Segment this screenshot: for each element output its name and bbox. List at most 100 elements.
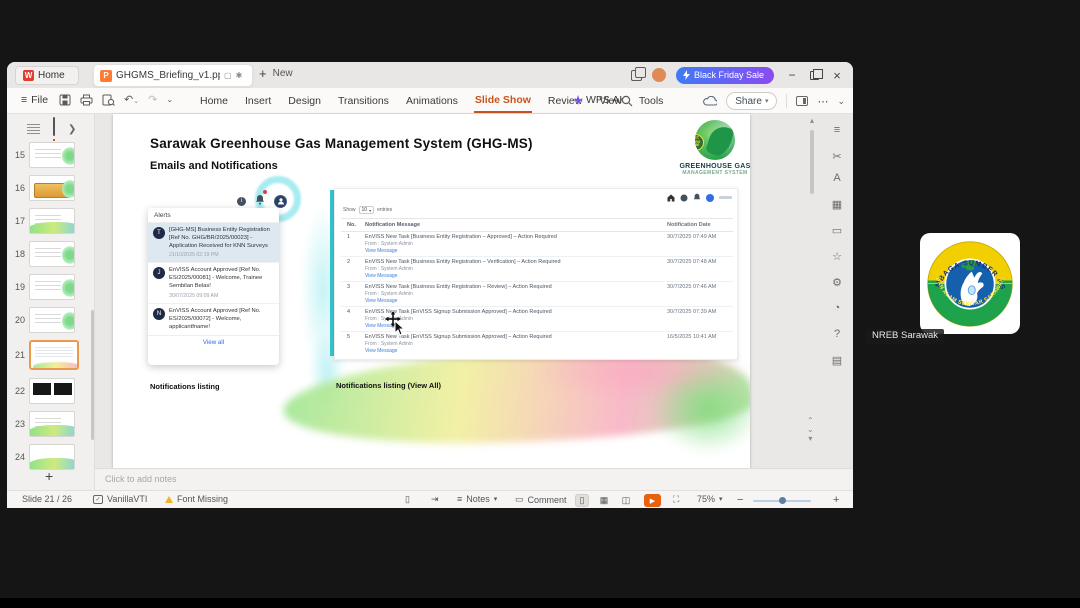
share-button[interactable]: Share ▾ (726, 92, 778, 110)
editing-scrollbar[interactable]: ▴ ⌃ ⌄ ▾ (807, 116, 817, 466)
history-icon[interactable]: ◔ (829, 302, 845, 314)
slide-thumbnail[interactable] (29, 444, 75, 470)
menu-transitions[interactable]: Transitions (337, 90, 390, 112)
zoom-level[interactable]: 75% ▾ (697, 494, 723, 504)
minimize-button[interactable]: − (784, 68, 800, 82)
print-preview-icon[interactable] (102, 94, 115, 106)
participant-video-tile[interactable]: LEMBAGA SUMBER ASLI DAN ALAM SEKITAR SAR… (920, 233, 1020, 334)
font-missing-warning[interactable]: Font Missing (165, 494, 228, 504)
slide-thumbnail[interactable] (29, 208, 75, 234)
slide-number: 19 (14, 282, 25, 292)
file-menu-button[interactable]: ≡ File (21, 94, 48, 106)
slide-thumbnail[interactable] (29, 274, 75, 300)
resources-icon[interactable]: ▤ (829, 354, 845, 367)
previous-slide-icon[interactable]: ⌃ (807, 416, 814, 425)
new-tab-button[interactable]: + New (259, 66, 293, 81)
scrollbar-thumb[interactable] (810, 130, 814, 194)
menu-home[interactable]: Home (199, 90, 229, 112)
properties-icon[interactable]: ≡ (829, 124, 845, 136)
zoom-out-button[interactable]: − (737, 494, 743, 506)
slide-thumb-row-selected[interactable]: 21 (7, 338, 95, 372)
slide-thumb-row[interactable]: 15 (7, 140, 95, 170)
menu-insert[interactable]: Insert (244, 90, 272, 112)
zoom-slider[interactable] (753, 497, 811, 504)
zoom-in-button[interactable]: + (833, 494, 839, 506)
slide-thumb-row[interactable]: 19 (7, 272, 95, 302)
save-icon[interactable] (59, 94, 71, 106)
slide-thumb-row[interactable]: 17 (7, 206, 95, 236)
favorites-icon[interactable]: ☆ (829, 250, 845, 263)
notes-toggle[interactable]: ≡ Notes ▾ (457, 494, 497, 504)
account-avatar[interactable] (651, 68, 666, 82)
settings-icon[interactable]: ⚙ (829, 276, 845, 289)
cut-icon[interactable]: ✂ (829, 150, 845, 163)
slide-thumbnail[interactable] (29, 411, 75, 437)
jump-pane-icon[interactable]: ⇥ (431, 494, 439, 505)
task-pane-icon[interactable] (796, 96, 809, 106)
promo-button[interactable]: Black Friday Sale (675, 66, 774, 84)
slide-thumbnail[interactable] (29, 378, 75, 404)
undo-button[interactable]: ↶⌄ (124, 93, 139, 106)
layout-icon[interactable]: ▦ (829, 198, 845, 211)
slide-thumb-row[interactable]: 16 (7, 173, 95, 203)
slide-thumbnail[interactable] (29, 142, 75, 168)
reading-view-button[interactable]: ◫ (619, 494, 633, 507)
restore-button[interactable] (810, 68, 823, 80)
text-tool-icon[interactable]: A (829, 172, 845, 184)
panel-scrollbar[interactable] (91, 310, 94, 440)
page-size-select: 10 ▾ (358, 206, 375, 214)
collapse-ribbon-icon[interactable]: ⌄ (837, 96, 845, 107)
slide-pane-icon[interactable]: ▯ (405, 494, 410, 505)
slide-thumb-row[interactable]: 20 (7, 305, 95, 335)
help-icon[interactable]: ? (829, 328, 845, 340)
cloud-sync-icon[interactable] (703, 95, 718, 107)
table-header: No. Notification Message Notification Da… (341, 218, 733, 232)
window-switcher-icon[interactable] (630, 66, 646, 81)
wps-logo-icon: W (23, 70, 34, 81)
slide-canvas[interactable]: Sarawak Greenhouse Gas Management System… (113, 114, 750, 468)
menu-design[interactable]: Design (287, 90, 322, 112)
collapse-panel-icon[interactable]: ❯ (68, 124, 76, 135)
notes-bar[interactable]: Click to add notes (95, 468, 853, 490)
user-avatar (706, 193, 714, 202)
zoom-slider-handle[interactable] (779, 497, 786, 504)
slide-view-icon[interactable] (53, 117, 55, 141)
menu-slide-show[interactable]: Slide Show (473, 89, 532, 113)
comment-pane-icon[interactable]: ▭ (829, 224, 845, 237)
spellcheck-status[interactable]: ✓ VanillaVTI (93, 494, 147, 504)
document-tab[interactable]: P GHGMS_Briefing_v1.pptx ▢ ✱ (93, 64, 253, 87)
more-options-icon[interactable]: ⋯ (817, 95, 828, 108)
menu-tools[interactable]: Tools (638, 90, 665, 112)
print-icon[interactable] (80, 94, 93, 106)
close-button[interactable]: × (829, 68, 845, 83)
normal-view-button[interactable]: ▯ (575, 494, 589, 507)
slide-thumbnail[interactable] (29, 307, 75, 333)
slide-thumb-row[interactable]: 22 (7, 376, 95, 406)
search-button[interactable] (621, 94, 633, 112)
slideshow-play-button[interactable]: ▶ (644, 494, 661, 507)
slide-thumbnail[interactable] (29, 241, 75, 267)
decorative-wave (653, 364, 750, 454)
home-tab[interactable]: W Home (15, 66, 79, 85)
slide-thumb-row[interactable]: 18 (7, 239, 95, 269)
slide-thumb-row[interactable]: 23 (7, 409, 95, 439)
outline-view-icon[interactable] (27, 124, 40, 135)
titlebar: W Home P GHGMS_Briefing_v1.pptx ▢ ✱ + Ne… (7, 62, 853, 88)
wps-ai-button[interactable]: WPS AI (573, 94, 622, 106)
slide-number: 22 (14, 386, 25, 396)
table-row: 3 EnVISS New Task [Business Entity Regis… (341, 282, 733, 307)
fit-screen-button[interactable]: ⛶ (673, 494, 679, 505)
globe-leaf-icon: NET ZERO 2050 (695, 120, 735, 160)
next-slide-icon[interactable]: ⌄ (807, 425, 814, 434)
slide-thumbnail[interactable] (29, 175, 75, 201)
scroll-up-icon[interactable]: ▴ (810, 116, 814, 125)
redo-button[interactable]: ↷ (148, 93, 157, 106)
home-tab-label: Home (38, 70, 65, 81)
scroll-down-icon[interactable]: ▾ (808, 434, 812, 443)
comment-button[interactable]: ▭ Comment (515, 494, 567, 505)
add-slide-button[interactable]: + (45, 468, 53, 484)
menu-animations[interactable]: Animations (405, 90, 459, 112)
toolbar-more-icon[interactable]: ⌄ (166, 95, 173, 104)
slide-thumbnail-selected[interactable] (29, 340, 79, 370)
slide-sorter-button[interactable]: ▦ (597, 494, 611, 507)
